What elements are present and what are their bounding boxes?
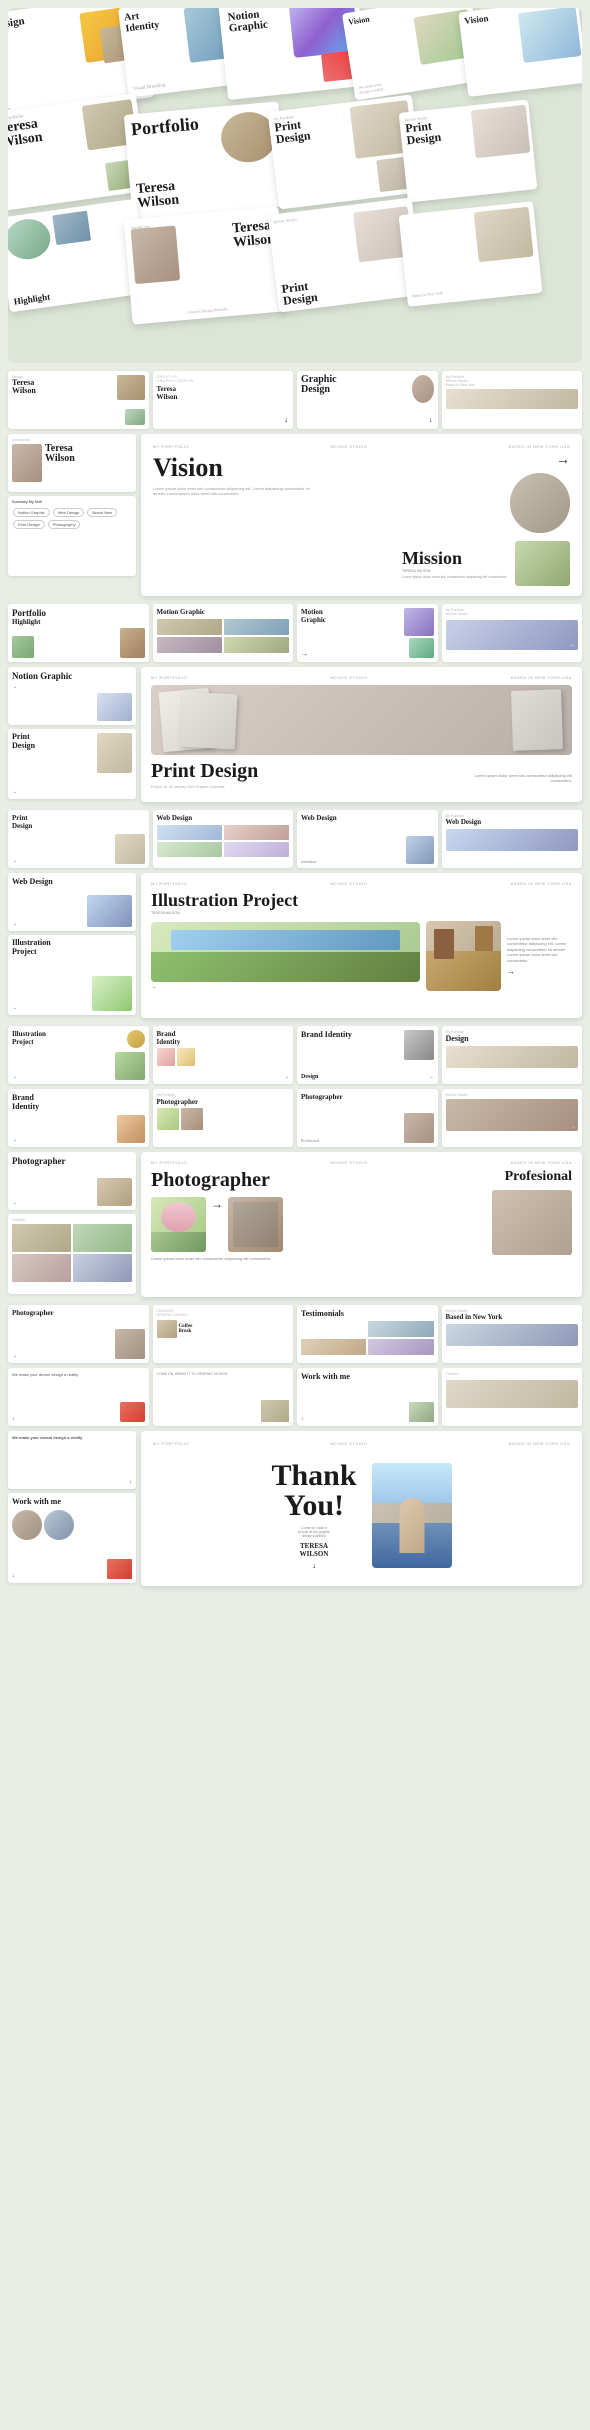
section-5: Photographer → CREATIVEGRAPHIC DESIGN Co… <box>8 1305 582 1586</box>
photographer-large-slide: My Portfolio McGee Studio Based In New Y… <box>141 1152 582 1297</box>
mini-web-design-3: My Portfolio Web Design <box>442 810 583 868</box>
mini-motion-graphic-2: MotionGraphic → <box>297 604 438 662</box>
section-2: Portfolio Highlight Motion Graphic Motio… <box>8 604 582 802</box>
vision-mission-slide: My Portfolio McGee Studio Based In New Y… <box>141 434 582 596</box>
mini-brand-identity-2: Brand Identity Design → <box>297 1026 438 1084</box>
mini-work-with-me-2: Work with me ↓ <box>8 1493 136 1583</box>
mini-photographer-portfolio: Portfolio <box>8 1214 136 1294</box>
hero-section: Design → ArtIdentity Visual Branding Not… <box>8 8 582 363</box>
illustration-large-slide: My Portfolio McGee Studio Based In New Y… <box>141 873 582 1018</box>
print-design-large-slide: My Portfolio McGee Studio Based In New Y… <box>141 667 582 802</box>
mini-work-with-me: Work with me ↓ <box>297 1368 438 1426</box>
mini-illustration-row4: IllustrationProject → <box>8 1026 149 1084</box>
mini-come-on-bring: COME ON, BRING IT TO GRAPHIC DESIGN <box>153 1368 294 1426</box>
mini-final-row: Contact → <box>442 1368 583 1426</box>
mini-print-design-row3: PrintDesign → <box>8 810 149 868</box>
section-4: IllustrationProject → BrandIdentity → Br… <box>8 1026 582 1297</box>
mini-slide-teresa-1: Design TeresaWilson <box>8 371 149 429</box>
mini-notion-graphic-label: Notion Graphic → <box>8 667 136 725</box>
mini-print-design-sm: PrintDesign → <box>8 729 136 799</box>
section-1: Design TeresaWilson CREATIVEGRAPHIC DESI… <box>8 371 582 596</box>
mini-slide-my-portfolio: My Portfolio McGee Studio Based In New Y… <box>442 371 583 429</box>
mini-motion-graphic-3: My Portfolio McGee Studio → <box>442 604 583 662</box>
mini-slide-graphic-design: GraphicDesign ↓ <box>297 371 438 429</box>
mini-photographer-row5: Photographer → <box>8 1305 149 1363</box>
mini-photographer-label: Photographer → <box>8 1152 136 1210</box>
mini-design-row4: My Portfolio Design <box>442 1026 583 1084</box>
mini-summary-slide: Summary My Skill Notion Graphic Web Desi… <box>8 496 136 576</box>
mini-thankyou-row5: McGee Studio Based in New York <box>442 1305 583 1363</box>
mini-intro-slide: Introduction TeresaWilson → <box>8 434 136 492</box>
mini-brand-identity-row2: BrandIdentity → <box>8 1089 149 1147</box>
mini-brand-identity-1: BrandIdentity → <box>153 1026 294 1084</box>
mini-portfolio-slide: Portfolio Highlight <box>8 604 149 662</box>
thankyou-large-slide: My Portfolio McGee Studio Based In New Y… <box>141 1431 582 1586</box>
mini-web-design-1: Web Design <box>153 810 294 868</box>
mini-illustration-sm: IllustrationProject → <box>8 935 136 1015</box>
mini-testimonials: Testimonials <box>297 1305 438 1363</box>
mini-web-design-2: Web Design Interface <box>297 810 438 868</box>
mini-photographer-2: Photographer Profesional <box>297 1089 438 1147</box>
mini-dream-design: We make your dream design a reality ↓ <box>8 1431 136 1489</box>
mini-photographer-large-preview: My Portfolio Photographer <box>153 1089 294 1147</box>
mini-motion-graphic-1: Motion Graphic <box>153 604 294 662</box>
mini-slide-creative: CREATIVEGRAPHIC DESIGN TeresaWilson ↓ <box>153 371 294 429</box>
mini-creative-design-row5: CREATIVEGRAPHIC DESIGN CoffeeBreak <box>153 1305 294 1363</box>
mini-web-design-label: Web Design → <box>8 873 136 931</box>
section-3: PrintDesign → Web Design Web Design Inte… <box>8 810 582 1018</box>
mini-make-dream-1: We make your dream design a reality ↓ <box>8 1368 149 1426</box>
mini-photographer-3: McGee Studio → <box>442 1089 583 1147</box>
main-container: Design → ArtIdentity Visual Branding Not… <box>0 0 590 1602</box>
